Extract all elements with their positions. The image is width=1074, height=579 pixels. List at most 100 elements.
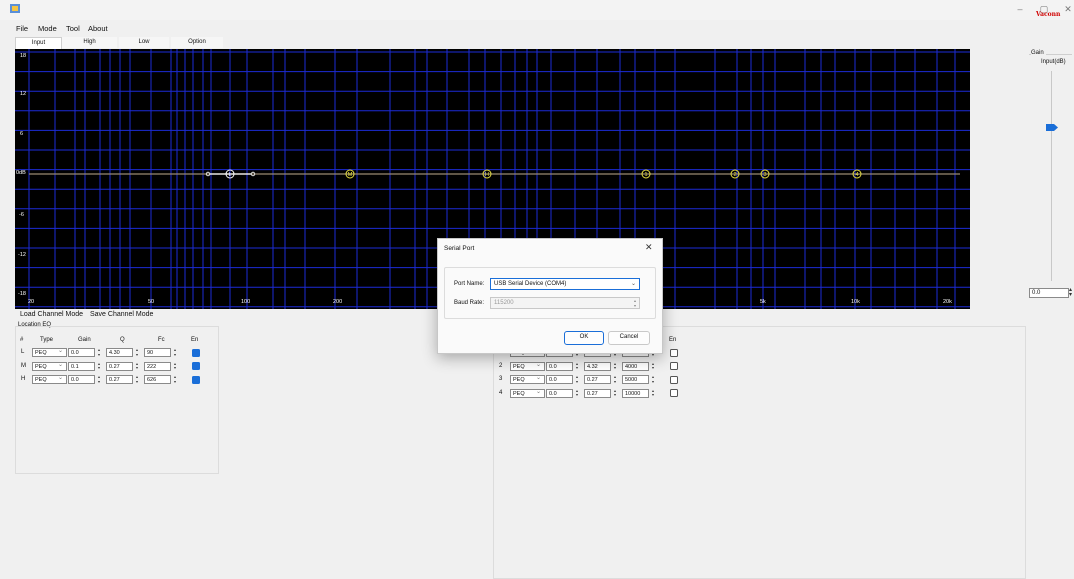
y-tick-label: 6 <box>20 131 24 137</box>
enable-checkbox[interactable] <box>670 362 678 370</box>
spin-icon[interactable]: ▴▾ <box>573 374 581 384</box>
baud-rate-value: 115200 <box>494 300 514 306</box>
gain-slider-track[interactable] <box>1051 71 1052 281</box>
fc-input[interactable]: 4000 <box>622 361 649 371</box>
dialog-settings-box <box>444 267 656 319</box>
header-en: En <box>191 337 199 343</box>
spin-icon[interactable]: ▴▾ <box>133 347 141 357</box>
spin-icon[interactable]: ▴▾ <box>133 361 141 371</box>
gain-title: Gain <box>1031 50 1046 56</box>
enable-checkbox[interactable] <box>192 362 200 370</box>
menu-about[interactable]: About <box>88 24 108 33</box>
spin-icon[interactable]: ▴▾ <box>573 388 581 398</box>
header-type: Type <box>40 337 54 343</box>
spin-icon[interactable]: ▴▾ <box>95 361 103 371</box>
x-tick-label: 50 <box>148 299 155 305</box>
baud-rate-input[interactable]: 115200 ▴ ▾ <box>490 297 640 309</box>
tab-option[interactable]: Option <box>171 37 223 48</box>
spin-icon[interactable]: ▴▾ <box>611 374 619 384</box>
gain-input[interactable]: 0.0 <box>546 388 573 398</box>
x-tick-label: 20 <box>28 299 35 305</box>
q-input[interactable]: 4.32 <box>584 361 611 371</box>
chevron-down-icon: ⌄ <box>536 388 542 395</box>
chevron-down-icon: ⌄ <box>58 375 64 381</box>
enable-checkbox[interactable] <box>670 375 678 384</box>
y-tick-label: 18 <box>20 53 27 59</box>
row-label: 4 <box>499 389 503 396</box>
spin-icon[interactable]: ▴▾ <box>171 347 179 357</box>
gain-value-input[interactable]: 0.0 <box>1029 288 1069 298</box>
eq-point-label: 2 <box>733 172 736 178</box>
menu-tool[interactable]: Tool <box>66 24 80 33</box>
dialog-close-icon[interactable]: ✕ <box>645 242 653 253</box>
gain-panel: Gain Input(dB) <box>1029 50 1072 283</box>
x-tick-label: 200 <box>333 299 343 305</box>
menu-mode[interactable]: Mode <box>38 24 57 33</box>
x-tick-label: 100 <box>241 299 251 305</box>
q-input[interactable]: 0.27 <box>106 361 133 371</box>
brand-logo: Vaconn <box>1036 11 1061 18</box>
port-name-value: USB Serial Device (COM4) <box>494 281 567 287</box>
x-tick-label: 20k <box>943 299 952 305</box>
gain-input[interactable]: 0.0 <box>68 348 95 357</box>
q-input[interactable]: 0.27 <box>584 388 611 398</box>
load-channel-mode-button[interactable]: Load Channel Mode <box>20 311 83 318</box>
baud-rate-label: Baud Rate: <box>454 300 485 306</box>
spin-icon[interactable]: ▴▾ <box>171 361 179 371</box>
fc-input[interactable]: 5000 <box>622 375 649 384</box>
fc-input[interactable]: 10000 <box>622 388 649 398</box>
gain-input[interactable]: 0.1 <box>68 361 95 371</box>
spin-icon[interactable]: ▴▾ <box>95 347 103 357</box>
y-tick-label: -12 <box>18 252 26 258</box>
port-name-label: Port Name: <box>454 281 485 287</box>
title-bar: – ▢ ✕ <box>0 0 1074 20</box>
gain-spin-icon[interactable]: ▴ ▾ <box>1069 287 1072 298</box>
ok-button[interactable]: OK <box>564 331 604 345</box>
y-tick-label: 0dB <box>16 170 26 176</box>
spin-icon[interactable]: ▴▾ <box>171 374 179 384</box>
row-label: H <box>21 376 26 382</box>
gain-input[interactable]: 0.0 <box>546 361 573 371</box>
row-label: L <box>21 349 25 355</box>
menu-file[interactable]: File <box>16 24 28 33</box>
gain-input[interactable]: 0.0 <box>546 375 573 384</box>
fc-input[interactable]: 626 <box>144 375 171 384</box>
header-fc: Fc <box>158 337 165 343</box>
tab-high[interactable]: High <box>62 37 117 48</box>
save-channel-mode-button[interactable]: Save Channel Mode <box>90 311 153 318</box>
spin-icon[interactable]: ▴▾ <box>133 374 141 384</box>
eq-point-label: 1 <box>644 172 647 178</box>
x-tick-label: 5k <box>760 299 766 305</box>
spin-icon[interactable]: ▴▾ <box>649 361 657 371</box>
port-name-select[interactable]: USB Serial Device (COM4) ⌄ <box>490 278 640 290</box>
spin-icon[interactable]: ▴▾ <box>649 388 657 398</box>
cancel-button[interactable]: Cancel <box>608 331 650 345</box>
fc-input[interactable]: 90 <box>144 348 171 357</box>
app-icon <box>10 4 20 13</box>
q-input[interactable]: 0.27 <box>584 375 611 384</box>
spin-icon[interactable]: ▴▾ <box>611 361 619 371</box>
gain-input[interactable]: 0.0 <box>68 375 95 384</box>
spin-icon[interactable]: ▴▾ <box>95 374 103 384</box>
y-tick-label: -6 <box>19 212 24 218</box>
fc-input[interactable]: 222 <box>144 361 171 371</box>
q-input[interactable]: 0.27 <box>106 375 133 384</box>
close-icon[interactable]: ✕ <box>1060 2 1074 16</box>
enable-checkbox[interactable] <box>192 375 200 384</box>
tab-input[interactable]: Input <box>15 37 62 49</box>
enable-checkbox[interactable] <box>670 348 678 357</box>
spin-icon[interactable]: ▴▾ <box>573 361 581 371</box>
spin-icon[interactable]: ▴▾ <box>649 374 657 384</box>
q-input[interactable]: 4.30 <box>106 348 133 357</box>
eq-point-label: 3 <box>763 172 766 178</box>
minimize-icon[interactable]: – <box>1012 2 1028 16</box>
chevron-down-icon: ⌄ <box>536 361 542 368</box>
gain-slider-thumb[interactable] <box>1046 124 1058 131</box>
chevron-down-icon: ⌄ <box>58 361 64 368</box>
enable-checkbox[interactable] <box>670 389 678 397</box>
spin-icon[interactable]: ▴▾ <box>611 388 619 398</box>
dialog-title: Serial Port <box>444 245 475 252</box>
enable-checkbox[interactable] <box>192 348 200 357</box>
tab-low[interactable]: Low <box>119 37 169 48</box>
header-en: En <box>669 337 677 343</box>
